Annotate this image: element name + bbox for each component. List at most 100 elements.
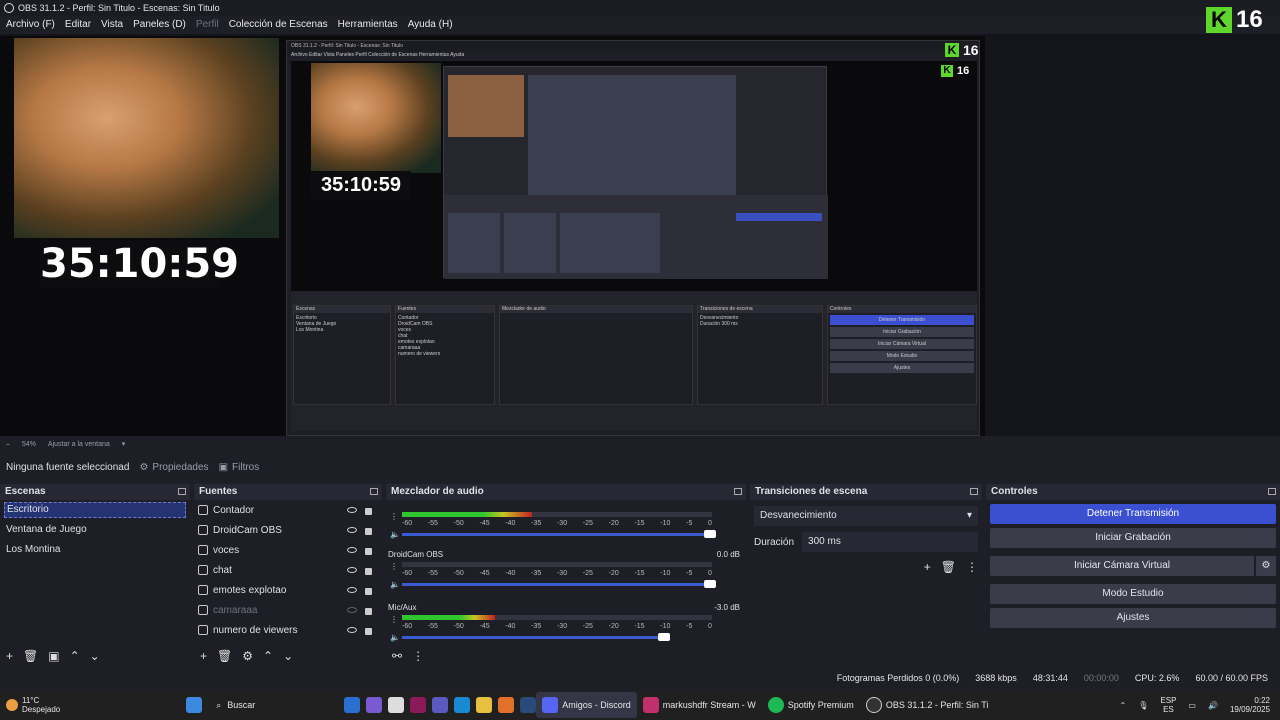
network-icon[interactable]: ▭ [1188, 701, 1196, 710]
menu-ayuda[interactable]: Ayuda (H) [408, 19, 453, 30]
transition-select[interactable]: Desvanecimiento ▾ [754, 506, 978, 526]
source-item[interactable]: DroidCam OBS [194, 520, 382, 540]
popout-icon[interactable] [178, 488, 186, 495]
gear-icon[interactable]: ⚙ [242, 649, 253, 663]
trash-icon[interactable]: 🗑 [217, 649, 232, 663]
start-recording-button[interactable]: Iniciar Grabación [990, 528, 1276, 548]
menu-editar[interactable]: Editar [65, 19, 91, 30]
taskbar-discord[interactable]: Amigos - Discord [536, 692, 637, 718]
weather-widget[interactable]: 11°C Despejado [0, 692, 66, 718]
lock-icon[interactable] [365, 528, 372, 535]
source-item[interactable]: voces [194, 540, 382, 560]
windows-start-icon[interactable] [186, 697, 203, 713]
copilot-icon[interactable] [366, 697, 383, 713]
menu-dots-icon[interactable]: ⋮ [390, 512, 398, 521]
popout-icon[interactable] [1268, 488, 1276, 495]
volume-slider[interactable] [402, 580, 716, 588]
eye-icon[interactable] [347, 547, 357, 553]
lock-icon[interactable] [365, 568, 372, 575]
menu-archivo[interactable]: Archivo (F) [6, 19, 55, 30]
filters-button[interactable]: ▣ Filtros [219, 462, 260, 473]
menu-paneles[interactable]: Paneles (D) [133, 19, 186, 30]
popout-icon[interactable] [734, 488, 742, 495]
taskbar-twitch[interactable]: markushdfr Stream - W [637, 692, 762, 718]
chevron-up-icon[interactable]: ⌃ [70, 649, 80, 663]
taskbar-spotify[interactable]: Spotify Premium [762, 692, 860, 718]
menu-vista[interactable]: Vista [101, 19, 123, 30]
settings-button[interactable]: Ajustes [990, 608, 1276, 628]
app-icon[interactable] [498, 697, 515, 713]
folder-icon[interactable] [476, 697, 493, 713]
gear-icon[interactable]: ⚙ [1256, 556, 1276, 576]
studio-mode-button[interactable]: Modo Estudio [990, 584, 1276, 604]
search-box[interactable]: ⌕ Buscar [208, 694, 338, 716]
trash-icon[interactable]: 🗑 [23, 649, 38, 663]
chevron-down-icon[interactable]: ▾ [122, 440, 126, 448]
speaker-icon[interactable]: 🔈 [390, 530, 400, 539]
scene-item[interactable]: Los Montina [0, 540, 190, 560]
scene-item[interactable]: Ventana de Juego [0, 520, 190, 540]
menu-herramientas[interactable]: Herramientas [338, 19, 398, 30]
menu-perfil[interactable]: Perfil [196, 19, 219, 30]
scene-item[interactable]: Escritorio [4, 502, 186, 518]
popout-icon[interactable] [970, 488, 978, 495]
source-item[interactable]: numero de viewers [194, 620, 382, 640]
source-item[interactable]: Contador [194, 500, 382, 520]
scenes-title: Escenas [5, 486, 46, 497]
zoom-minus-icon[interactable]: – [6, 441, 10, 448]
eye-icon[interactable] [347, 527, 357, 533]
add-icon[interactable]: + [924, 560, 931, 574]
properties-button[interactable]: ⚙ Propiedades [139, 462, 208, 473]
trash-icon[interactable]: 🗑 [941, 560, 956, 574]
lock-icon[interactable] [365, 628, 372, 635]
add-icon[interactable]: + [200, 649, 207, 663]
taskbar-obs[interactable]: OBS 31.1.2 - Perfil: Sin Ti [860, 692, 995, 718]
mic-icon[interactable]: 🎙 [1138, 701, 1148, 710]
start-virtual-camera-button[interactable]: Iniciar Cámara Virtual [990, 556, 1254, 576]
duration-input[interactable]: 300 ms [802, 532, 978, 552]
add-icon[interactable]: + [6, 649, 13, 663]
source-item[interactable]: chat [194, 560, 382, 580]
menu-dots-icon[interactable]: ⋮ [390, 615, 398, 624]
volume-slider[interactable] [402, 633, 670, 641]
chevron-up-icon[interactable]: ⌃ [1120, 701, 1127, 710]
steam-icon[interactable] [520, 697, 537, 713]
speaker-icon[interactable]: 🔈 [390, 633, 400, 642]
chevron-down-icon[interactable]: ⌄ [283, 649, 293, 663]
filter-icon[interactable]: ▣ [48, 649, 59, 663]
speaker-icon[interactable]: 🔈 [390, 580, 400, 589]
controls-title: Controles [991, 486, 1038, 497]
teams-icon[interactable] [432, 697, 449, 713]
eye-icon[interactable] [347, 567, 357, 573]
vs-icon[interactable] [410, 697, 427, 713]
eye-hidden-icon[interactable] [347, 607, 357, 613]
stop-stream-button[interactable]: Detener Transmisión [990, 504, 1276, 524]
lock-icon[interactable] [365, 608, 372, 615]
menu-dots-icon[interactable]: ⋮ [412, 649, 424, 663]
source-item[interactable]: camaraaa [194, 600, 382, 620]
menu-dots-icon[interactable]: ⋮ [390, 562, 398, 571]
lock-icon[interactable] [365, 508, 372, 515]
eye-icon[interactable] [347, 507, 357, 513]
volume-icon[interactable]: 🔊 [1208, 701, 1218, 710]
popout-icon[interactable] [370, 488, 378, 495]
language-indicator[interactable]: ESP ES [1160, 696, 1176, 714]
chevron-down-icon[interactable]: ⌄ [90, 649, 100, 663]
zoom-fit[interactable]: Ajustar a la ventana [48, 441, 110, 448]
lock-icon[interactable] [365, 588, 372, 595]
zoom-value[interactable]: 54% [22, 441, 36, 448]
link-icon[interactable]: ⚯ [392, 649, 402, 663]
eye-icon[interactable] [347, 627, 357, 633]
clock[interactable]: 0:22 19/09/2025 [1230, 696, 1270, 714]
store-icon[interactable] [388, 697, 405, 713]
chevron-up-icon[interactable]: ⌃ [263, 649, 273, 663]
menu-dots-icon[interactable]: ⋮ [966, 560, 978, 574]
eye-icon[interactable] [347, 587, 357, 593]
volume-slider[interactable] [402, 530, 716, 538]
source-item[interactable]: emotes explotao [194, 580, 382, 600]
lock-icon[interactable] [365, 548, 372, 555]
preview-canvas[interactable]: 35:10:59 OBS 31.1.2 - Perfil: Sin Titulo… [0, 36, 985, 436]
menu-coleccion[interactable]: Colección de Escenas [229, 19, 328, 30]
edge-icon[interactable] [454, 697, 471, 713]
outlook-icon[interactable] [344, 697, 361, 713]
